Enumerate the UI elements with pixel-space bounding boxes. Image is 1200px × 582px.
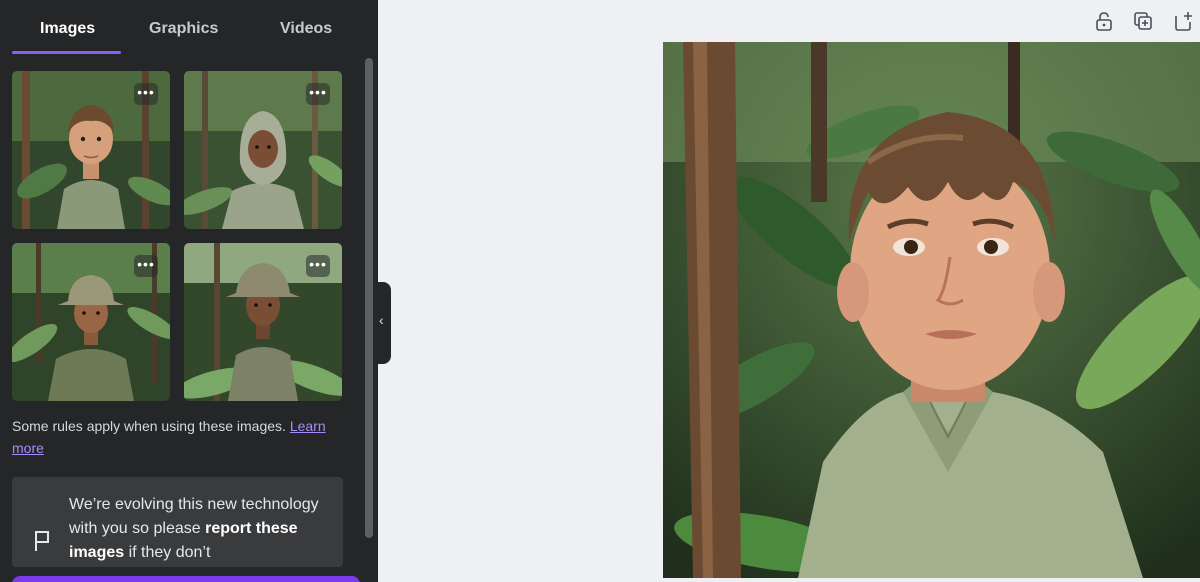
more-options-button[interactable]: ••• — [134, 255, 158, 277]
notice-text-end: if they don’t — [128, 544, 211, 561]
generated-image-3[interactable]: ••• — [12, 243, 170, 401]
generated-image-4[interactable]: ••• — [184, 243, 342, 401]
lock-icon[interactable] — [1093, 10, 1115, 32]
generate-button[interactable] — [12, 576, 360, 582]
tab-images[interactable]: Images — [40, 20, 95, 38]
more-options-button[interactable]: ••• — [306, 255, 330, 277]
generated-image-2[interactable]: ••• — [184, 71, 342, 229]
design-canvas-image[interactable] — [663, 42, 1200, 578]
more-options-button[interactable]: ••• — [306, 83, 330, 105]
collapse-panel-button[interactable]: ‹ — [376, 282, 391, 364]
active-tab-indicator — [12, 51, 121, 54]
add-page-icon[interactable] — [1172, 10, 1194, 32]
more-options-button[interactable]: ••• — [134, 83, 158, 105]
usage-rules-text: Some rules apply when using these images… — [12, 415, 342, 459]
media-tabs: Images Graphics Videos — [0, 0, 362, 56]
duplicate-page-icon[interactable] — [1132, 10, 1154, 32]
ai-feedback-notice: We’re evolving this new technology with … — [12, 477, 343, 567]
rules-text: Some rules apply when using these images… — [12, 418, 286, 434]
side-panel: Images Graphics Videos ••• ••• ••• ••• S… — [0, 0, 378, 582]
tab-graphics[interactable]: Graphics — [149, 20, 218, 38]
flag-icon — [35, 531, 49, 551]
tab-videos[interactable]: Videos — [280, 20, 332, 38]
generated-image-1[interactable]: ••• — [12, 71, 170, 229]
chevron-left-icon: ‹ — [379, 312, 384, 328]
panel-scrollbar-thumb[interactable] — [365, 58, 373, 538]
notice-text: We’re evolving this new technology with … — [69, 493, 331, 565]
